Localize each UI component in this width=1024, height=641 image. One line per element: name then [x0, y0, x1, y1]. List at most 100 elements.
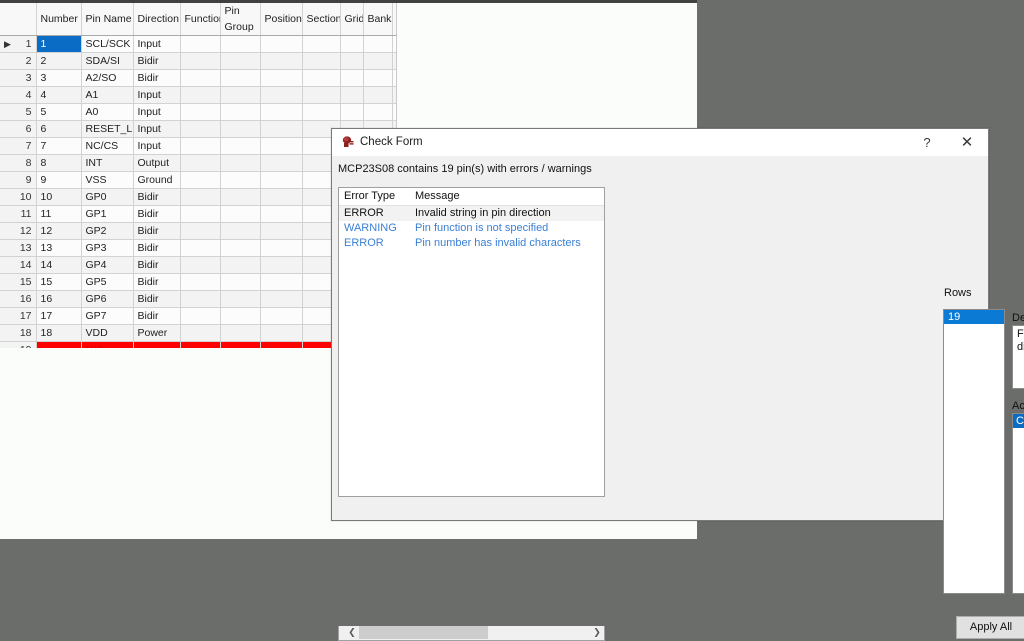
column-header-number[interactable]: Number [36, 3, 82, 36]
error-row[interactable]: ERROR Invalid string in pin direction [339, 205, 604, 221]
cell-pin-name[interactable]: GP2 [81, 222, 134, 240]
cell-pin-group[interactable] [220, 120, 261, 138]
row-header-cell[interactable]: 3 [0, 69, 37, 87]
dialog-title-bar[interactable]: Check Form ? ✕ [332, 129, 988, 157]
cell-pin-group[interactable] [220, 137, 261, 155]
cell-position[interactable] [260, 120, 303, 138]
cell-direction[interactable]: Bidir [133, 307, 181, 325]
cell-number[interactable]: ~ [36, 341, 82, 348]
cell-pin-group[interactable] [220, 86, 261, 104]
cell-position[interactable] [260, 341, 303, 348]
scroll-right-arrow-icon[interactable]: ❯ [590, 626, 604, 639]
apply-all-button[interactable]: Apply All [956, 616, 1024, 639]
cell-pin-group[interactable] [220, 273, 261, 291]
cell-pin-group[interactable] [220, 222, 261, 240]
actions-list-item[interactable]: Change Value [1013, 414, 1024, 428]
cell-pin-group[interactable] [220, 69, 261, 87]
cell-number[interactable]: 12 [36, 222, 82, 240]
table-row[interactable]: 4 4 A1 Input [0, 86, 396, 104]
cell-function[interactable] [180, 307, 221, 325]
cell-function[interactable] [180, 86, 221, 104]
row-header-cell[interactable]: 12 [0, 222, 37, 240]
cell-pin-group[interactable] [220, 341, 261, 348]
cell-pin-group[interactable] [220, 239, 261, 257]
column-header-function[interactable]: Function [180, 3, 221, 36]
cell-position[interactable] [260, 52, 303, 70]
cell-direction[interactable]: Bidir [133, 52, 181, 70]
row-header-cell[interactable]: 8 [0, 154, 37, 172]
cell-position[interactable] [260, 35, 303, 53]
cell-number[interactable]: 4 [36, 86, 82, 104]
cell-bank[interactable] [363, 69, 393, 87]
cell-position[interactable] [260, 307, 303, 325]
cell-section[interactable] [302, 69, 341, 87]
cell-direction[interactable]: Input [133, 137, 181, 155]
row-header-cell[interactable]: 16 [0, 290, 37, 308]
row-header-cell[interactable]: ▶ 1 [0, 35, 37, 53]
cell-function[interactable] [180, 35, 221, 53]
cell-pin-group[interactable] [220, 290, 261, 308]
cell-position[interactable] [260, 137, 303, 155]
cell-grid[interactable] [340, 52, 364, 70]
cell-number[interactable]: 1 [36, 35, 82, 53]
cell-function[interactable] [180, 154, 221, 172]
cell-direction[interactable]: Input [133, 35, 181, 53]
cell-grid[interactable] [340, 86, 364, 104]
error-list-horizontal-scrollbar[interactable]: ❮ ❯ [338, 626, 605, 641]
cell-pin-name[interactable]: GP4 [81, 256, 134, 274]
error-table[interactable]: Error Type Message ERROR Invalid string i… [339, 188, 604, 251]
cell-number[interactable]: 3 [36, 69, 82, 87]
cell-number[interactable]: 18 [36, 324, 82, 342]
cell-grid[interactable] [340, 69, 364, 87]
cell-number[interactable]: 8 [36, 154, 82, 172]
row-header-cell[interactable]: 2 [0, 52, 37, 70]
cell-pin-name[interactable]: A2/SO [81, 69, 134, 87]
cell-pin-group[interactable] [220, 324, 261, 342]
cell-position[interactable] [260, 69, 303, 87]
error-row[interactable]: WARNING Pin function is not specified [339, 221, 604, 236]
cell-function[interactable] [180, 103, 221, 121]
row-header-cell[interactable]: 9 [0, 171, 37, 189]
cell-direction[interactable]: Input [133, 86, 181, 104]
cell-direction[interactable]: Output [133, 154, 181, 172]
cell-direction[interactable]: Bidir [133, 290, 181, 308]
cell-function[interactable] [180, 290, 221, 308]
cell-direction[interactable]: Bidir [133, 205, 181, 223]
close-icon[interactable]: ✕ [950, 129, 984, 156]
cell-position[interactable] [260, 171, 303, 189]
details-textarea[interactable]: For Pin name 'N/C', Pin direction is not… [1012, 325, 1024, 389]
column-header-bank[interactable]: Bank [363, 3, 393, 36]
cell-function[interactable] [180, 341, 221, 348]
cell-position[interactable] [260, 205, 303, 223]
cell-pin-group[interactable] [220, 256, 261, 274]
rows-list[interactable]: 19 [943, 309, 1005, 594]
rows-list-item[interactable]: 19 [944, 310, 1004, 324]
cell-direction[interactable]: Input [133, 103, 181, 121]
cell-pin-group[interactable] [220, 205, 261, 223]
cell-number[interactable]: 5 [36, 103, 82, 121]
cell-function[interactable] [180, 222, 221, 240]
scroll-left-arrow-icon[interactable]: ❮ [345, 626, 359, 639]
row-header-cell[interactable]: 13 [0, 239, 37, 257]
row-header-cell[interactable]: 7 [0, 137, 37, 155]
row-header-cell[interactable]: 18 [0, 324, 37, 342]
row-header-cell[interactable]: 19 [0, 341, 37, 348]
cell-position[interactable] [260, 188, 303, 206]
cell-pin-name[interactable]: NC/CS [81, 137, 134, 155]
cell-section[interactable] [302, 86, 341, 104]
row-header-cell[interactable]: 5 [0, 103, 37, 121]
column-header-pin-group[interactable]: Pin Group [220, 3, 261, 36]
cell-function[interactable] [180, 256, 221, 274]
cell-pin-group[interactable] [220, 35, 261, 53]
column-header-section[interactable]: Section [302, 3, 341, 36]
cell-number[interactable]: 17 [36, 307, 82, 325]
cell-pin-group[interactable] [220, 307, 261, 325]
row-header-cell[interactable]: 11 [0, 205, 37, 223]
cell-pin-name[interactable]: SCL/SCK [81, 35, 134, 53]
cell-pin-name[interactable]: VDD [81, 324, 134, 342]
cell-direction[interactable]: Input [133, 120, 181, 138]
column-header-grid[interactable]: Grid [340, 3, 364, 36]
help-button[interactable]: ? [910, 129, 944, 156]
cell-pin-group[interactable] [220, 188, 261, 206]
cell-direction[interactable]: Power [133, 324, 181, 342]
